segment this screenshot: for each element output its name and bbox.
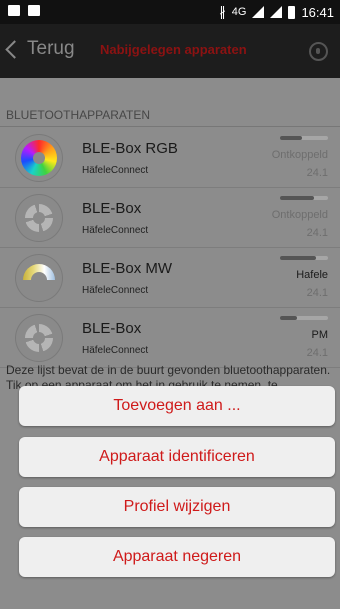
change-profile-button[interactable]: Profiel wijzigen (19, 487, 335, 527)
network-type: 4G (231, 6, 247, 18)
section-header: BLUETOOTHAPPARATEN (6, 108, 151, 122)
device-list-screen: BLUETOOTHAPPARATEN BLE-Box RGB HäfeleCon… (0, 78, 340, 609)
ble-box-icon (16, 195, 62, 241)
chevron-left-icon (5, 39, 24, 59)
signal-strength-bar (280, 256, 328, 260)
device-name: BLE-Box RGB (82, 140, 178, 157)
rgb-color-wheel-icon (16, 135, 62, 181)
bluetooth-icon: ∦ (219, 4, 226, 19)
device-vendor: HäfeleConnect (82, 285, 149, 296)
signal-strength-bar (280, 316, 328, 320)
device-status: PM (311, 329, 329, 341)
device-version: 24.1 (306, 227, 328, 239)
signal-strength-fill (280, 196, 314, 200)
signal-icon (270, 6, 283, 18)
app-toolbar: Terug Nabijgelegen apparaten (0, 24, 340, 78)
divider (0, 126, 340, 127)
signal-strength-fill (280, 316, 297, 320)
identify-device-button[interactable]: Apparaat identificeren (19, 437, 335, 477)
device-row[interactable]: BLE-Box HäfeleConnect PM 24.1 (0, 308, 340, 368)
multi-white-icon (16, 255, 62, 301)
back-label: Terug (27, 38, 75, 59)
device-name: BLE-Box MW (82, 260, 173, 277)
device-vendor: HäfeleConnect (82, 165, 149, 176)
device-vendor: HäfeleConnect (82, 225, 149, 236)
device-row[interactable]: BLE-Box HäfeleConnect Ontkoppeld 24.1 (0, 188, 340, 248)
device-status: Hafele (296, 269, 328, 281)
device-status: Ontkoppeld (271, 149, 328, 161)
ignore-device-button[interactable]: Apparaat negeren (19, 537, 335, 577)
back-button[interactable]: Terug (5, 38, 75, 60)
image-icon (8, 5, 20, 16)
device-row[interactable]: BLE-Box MW HäfeleConnect Hafele 24.1 (0, 248, 340, 308)
bluetooth-scan-icon[interactable] (309, 42, 328, 61)
clock: 16:41 (301, 4, 334, 20)
device-status: Ontkoppeld (271, 209, 328, 221)
device-name: BLE-Box (82, 200, 142, 217)
device-vendor: HäfeleConnect (82, 345, 149, 356)
ble-box-icon (16, 315, 62, 361)
device-version: 24.1 (306, 347, 328, 359)
status-bar: ∦ 4G 16:41 (0, 0, 340, 24)
device-version: 24.1 (306, 287, 328, 299)
cast-icon (28, 5, 40, 16)
device-version: 24.1 (306, 167, 328, 179)
signal-icon (252, 6, 265, 18)
signal-strength-fill (280, 256, 316, 260)
signal-strength-fill (280, 136, 302, 140)
device-name: BLE-Box (82, 320, 142, 337)
signal-strength-bar (280, 136, 328, 140)
page-title: Nabijgelegen apparaten (100, 42, 247, 57)
battery-icon (288, 5, 296, 19)
signal-strength-bar (280, 196, 328, 200)
device-row[interactable]: BLE-Box RGB HäfeleConnect Ontkoppeld 24.… (0, 128, 340, 188)
add-to-button[interactable]: Toevoegen aan ... (19, 386, 335, 426)
